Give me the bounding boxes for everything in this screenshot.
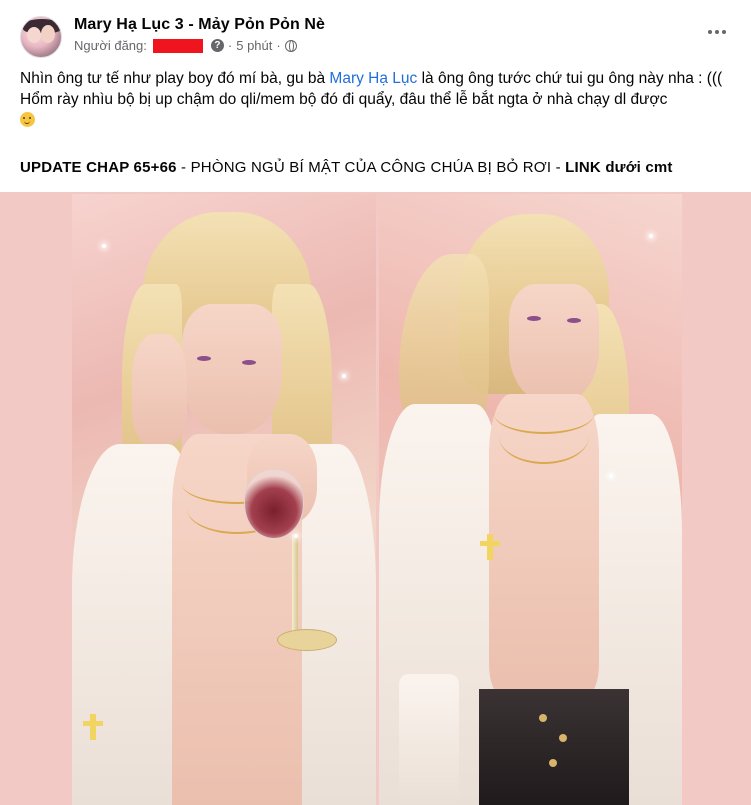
belt-button	[539, 714, 547, 722]
update-title: - PHÒNG NGỦ BÍ MẬT CỦA CÔNG CHÚA BỊ BỎ R…	[176, 159, 566, 176]
more-options-button[interactable]	[703, 20, 731, 44]
post-meta: Người đăng: ? · 5 phút ·	[74, 38, 297, 53]
post-text: là ông ông tước chứ tui gu ông này nha :…	[417, 70, 723, 87]
poster-label: Người đăng:	[74, 38, 147, 53]
post-body: Nhìn ông tư tế như play boy đó mí bà, gu…	[20, 68, 735, 131]
eye	[197, 356, 211, 361]
sparkle	[342, 374, 346, 378]
post-time[interactable]: 5 phút	[236, 38, 272, 53]
globe-icon[interactable]	[284, 39, 297, 52]
hand	[132, 334, 187, 444]
more-icon-dot	[722, 30, 726, 34]
meta-separator-2: ·	[276, 38, 281, 53]
post-text: Nhìn ông tư tế như play boy đó mí bà, gu…	[20, 70, 330, 87]
eye	[242, 360, 256, 365]
post-line-2: Hổm rày nhìu bộ bị up chậm do qli/mem bộ…	[20, 89, 735, 110]
smile-emoji-icon	[20, 112, 35, 127]
more-icon-dot	[708, 30, 712, 34]
eye	[527, 316, 541, 321]
more-icon-dot	[715, 30, 719, 34]
avatar-face-left	[27, 27, 41, 43]
mention-link[interactable]: Mary Hạ Lục	[329, 70, 417, 87]
post-line-3	[20, 110, 735, 131]
sparkle	[649, 234, 653, 238]
post-line-1: Nhìn ông tư tế như play boy đó mí bà, gu…	[20, 68, 735, 89]
post-image[interactable]	[0, 192, 751, 805]
avatar[interactable]	[20, 16, 62, 58]
sparkle	[609, 474, 613, 478]
belt-button	[559, 734, 567, 742]
wine-glass	[244, 469, 304, 539]
belt	[479, 689, 629, 805]
sleeve	[399, 674, 459, 805]
glass-base	[277, 629, 337, 651]
avatar-face-right	[41, 25, 55, 43]
eye	[567, 318, 581, 323]
face	[509, 284, 599, 404]
update-line: UPDATE CHAP 65+66 - PHÒNG NGỦ BÍ MẬT CỦA…	[20, 159, 673, 176]
meta-separator: ·	[227, 38, 233, 53]
cross-emblem	[83, 714, 103, 740]
post-text: Hổm rày nhìu bộ bị up chậm do qli/mem bộ…	[20, 91, 668, 108]
page-name-link[interactable]: Mary Hạ Lục 3 - Mảy Pỏn Pỏn Nè	[74, 16, 325, 34]
post-header: Mary Hạ Lục 3 - Mảy Pỏn Pỏn Nè Người đăn…	[16, 12, 735, 60]
glass-stem	[292, 534, 298, 634]
manga-panel-left	[72, 194, 376, 805]
update-link-text: LINK dưới cmt	[565, 159, 673, 176]
necklace	[499, 409, 589, 464]
sparkle	[102, 244, 106, 248]
question-icon[interactable]: ?	[210, 39, 224, 52]
manga-panel-right	[379, 194, 682, 805]
belt-button	[549, 759, 557, 767]
face	[182, 304, 282, 434]
update-prefix: UPDATE CHAP 65+66	[20, 159, 177, 176]
redacted-name	[152, 38, 203, 53]
sparkle	[294, 534, 298, 538]
cross-emblem	[480, 534, 500, 560]
facebook-post: Mary Hạ Lục 3 - Mảy Pỏn Pỏn Nè Người đăn…	[0, 0, 751, 805]
